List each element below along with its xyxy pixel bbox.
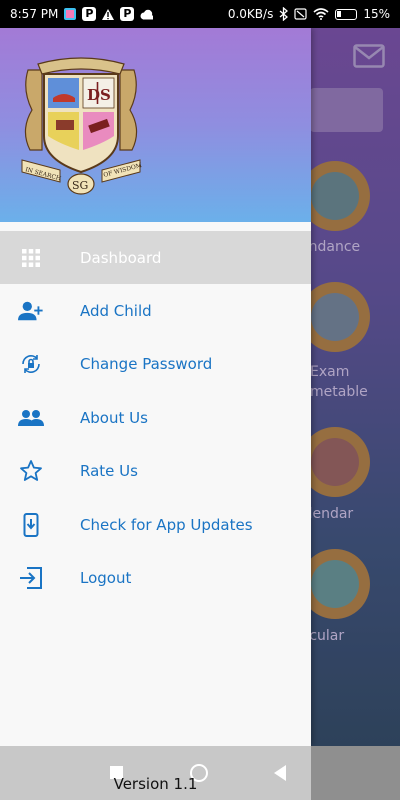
school-logo: D S IN SEARCH OF WISDOM SG: [21, 57, 142, 195]
drawer-header: D S IN SEARCH OF WISDOM SG: [0, 28, 311, 222]
menu-label: Change Password: [80, 355, 213, 374]
menu-item-check-updates[interactable]: Check for App Updates: [0, 498, 311, 551]
cloud-icon: [139, 9, 155, 20]
drawer-menu: Dashboard Add Child Change Password Abou…: [0, 231, 311, 605]
menu-label: About Us: [80, 408, 148, 427]
drawer-scrim[interactable]: [311, 28, 400, 746]
svg-text:S: S: [100, 86, 111, 104]
status-time: 8:57 PM: [10, 7, 59, 21]
menu-item-change-password[interactable]: Change Password: [0, 338, 311, 391]
grid-icon: [18, 245, 44, 271]
net-speed: 0.0KB/s: [227, 7, 274, 21]
star-icon: [18, 458, 44, 484]
sim-off-icon: [294, 8, 307, 20]
menu-item-logout[interactable]: Logout: [0, 551, 311, 604]
navigation-drawer: D S IN SEARCH OF WISDOM SG Dashboard Add…: [0, 28, 311, 746]
nav-bar-scrim: [311, 746, 400, 800]
menu-item-rate-us[interactable]: Rate Us: [0, 445, 311, 498]
menu-label: Add Child: [80, 302, 152, 321]
p-icon: P: [82, 7, 97, 21]
system-nav-bar: Version 1.1: [0, 746, 400, 800]
status-bar: 8:57 PM P P 0.0KB/s 15%: [0, 0, 400, 28]
add-person-icon: [18, 298, 44, 324]
people-icon: [18, 405, 44, 431]
battery-charging-icon: [335, 8, 358, 20]
menu-item-about-us[interactable]: About Us: [0, 391, 311, 444]
wifi-icon: [313, 8, 329, 20]
status-left: 8:57 PM P P: [10, 7, 155, 21]
lock-refresh-icon: [18, 351, 44, 377]
menu-label: Rate Us: [80, 462, 138, 481]
p-icon: P: [120, 7, 135, 21]
bluetooth-icon: [279, 7, 289, 21]
alert-icon: [101, 8, 115, 21]
logo-monogram: SG: [72, 179, 88, 192]
menu-label: Dashboard: [80, 248, 162, 267]
menu-item-add-child[interactable]: Add Child: [0, 284, 311, 337]
menu-label: Check for App Updates: [80, 515, 253, 534]
menu-item-dashboard[interactable]: Dashboard: [0, 231, 311, 285]
phone-download-icon: [18, 512, 44, 538]
app-icon: [63, 7, 77, 21]
status-right: 0.0KB/s 15%: [228, 7, 390, 21]
logout-icon: [18, 565, 44, 591]
battery-percent: 15%: [363, 7, 390, 21]
version-label: Version 1.1: [113, 775, 198, 793]
menu-label: Logout: [80, 569, 132, 588]
